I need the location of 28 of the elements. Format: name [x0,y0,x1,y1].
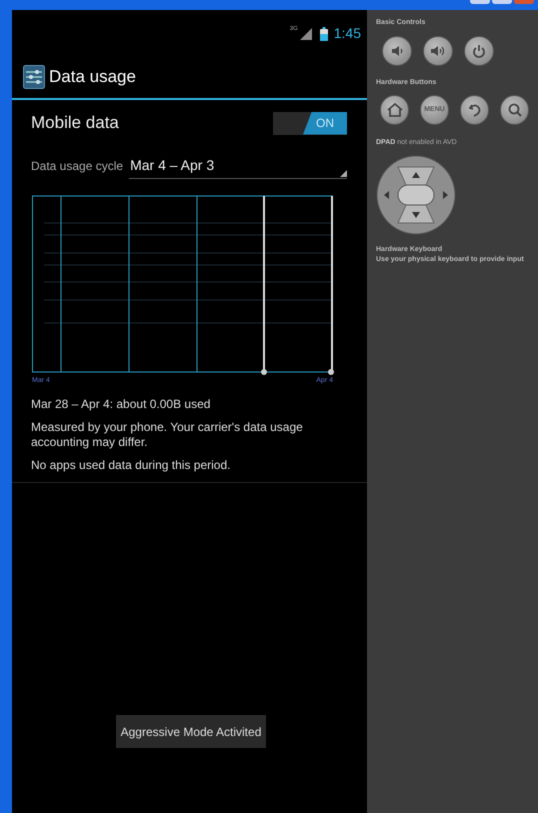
screen-title: Data usage [49,66,136,88]
maximize-button[interactable] [492,0,512,4]
volume-up-icon [430,44,446,58]
back-icon [466,102,482,118]
info-text: No apps used data during this period. [31,458,232,472]
field-label: Data usage cycle [31,158,124,175]
search-icon [506,102,522,118]
volume-down-icon [390,44,404,58]
cycle-dropdown[interactable]: Mar 4 – Apr 3 [129,153,347,179]
setting-label: Mobile data [31,112,119,134]
home-icon [386,102,404,118]
minimize-button[interactable] [470,0,490,4]
toast-message: Aggressive Mode Activited [116,715,266,748]
clock-text: 1:45 [334,24,361,43]
back-button[interactable] [460,95,489,125]
dropdown-corner-icon [340,170,347,177]
volume-up-button[interactable] [423,36,453,66]
search-button[interactable] [500,95,529,125]
usage-summary: Mar 28 – Apr 4: about 0.00B used [31,396,212,412]
volume-down-button[interactable] [382,36,412,66]
power-icon [472,44,486,58]
settings-icon [23,64,45,88]
toggle-switch[interactable]: ON [273,112,347,134]
home-button[interactable] [380,95,409,125]
signal-icon [298,28,314,40]
battery-icon [320,26,328,40]
info-text: Measured by your phone. Your carrier's data usage accounting may differ. [31,420,304,450]
power-button[interactable] [464,36,494,66]
